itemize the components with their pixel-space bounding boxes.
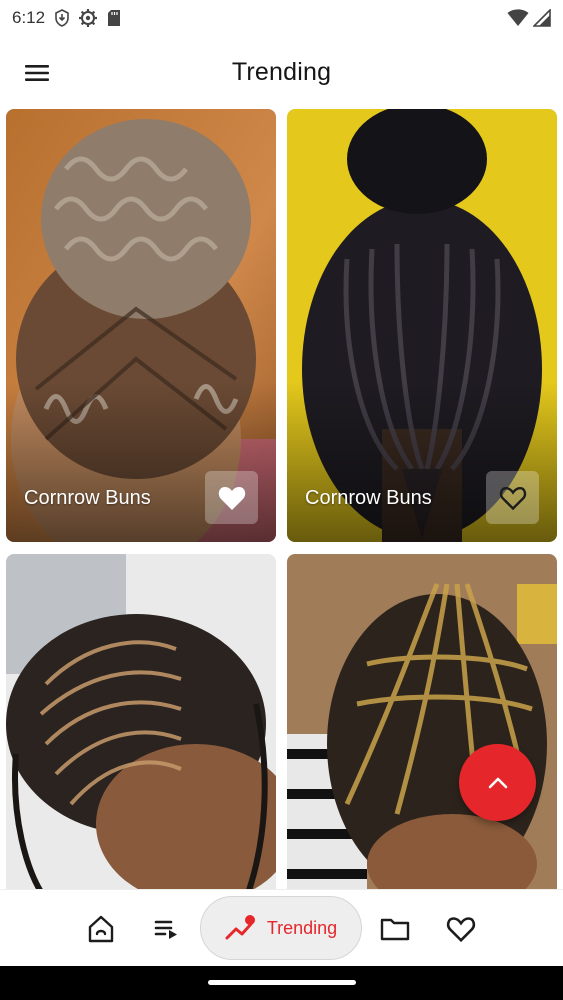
playlist-icon [154, 920, 177, 939]
app-bar: Trending [0, 36, 563, 108]
hairstyle-card[interactable]: Cornrow Buns [287, 109, 557, 542]
heart-outline-icon [499, 486, 526, 510]
hairstyle-card[interactable] [6, 554, 276, 889]
trending-icon [225, 915, 255, 940]
system-navigation-bar [0, 966, 563, 1000]
nav-trending-label: Trending [266, 917, 338, 938]
folder-icon [380, 918, 410, 940]
wifi-icon [507, 9, 529, 26]
chevron-up-icon [488, 777, 507, 788]
status-bar: 6:12 [0, 0, 563, 36]
home-gesture-handle[interactable] [208, 980, 356, 985]
nav-playlist[interactable] [144, 890, 190, 967]
nav-favorites[interactable] [438, 890, 484, 967]
scroll-to-top-button[interactable] [459, 744, 536, 821]
card-title: Cornrow Buns [24, 487, 151, 509]
hairstyle-card[interactable] [287, 554, 557, 889]
status-notification-icons [55, 8, 121, 28]
shield-download-icon [55, 9, 69, 27]
status-system-icons [507, 9, 551, 27]
hairstyle-photo [6, 554, 276, 889]
page-title: Trending [231, 57, 332, 86]
nav-folder[interactable] [372, 890, 418, 967]
home-icon [88, 915, 114, 942]
hamburger-menu-icon [25, 65, 49, 81]
favorite-button[interactable] [486, 471, 539, 524]
bottom-navigation: Trending [0, 889, 563, 966]
card-title: Cornrow Buns [305, 487, 432, 509]
hairstyle-photo [287, 554, 557, 889]
nav-trending[interactable]: Trending [200, 896, 362, 960]
menu-button[interactable] [22, 58, 52, 88]
sd-card-icon [108, 10, 121, 26]
cellular-signal-icon [533, 9, 551, 27]
hairstyle-card[interactable]: Cornrow Buns [6, 109, 276, 542]
settings-gear-icon [79, 9, 98, 27]
heart-icon [446, 916, 476, 942]
nav-home[interactable] [78, 890, 124, 967]
favorite-button[interactable] [205, 471, 258, 524]
status-time: 6:12 [12, 8, 46, 27]
heart-filled-icon [218, 486, 245, 510]
